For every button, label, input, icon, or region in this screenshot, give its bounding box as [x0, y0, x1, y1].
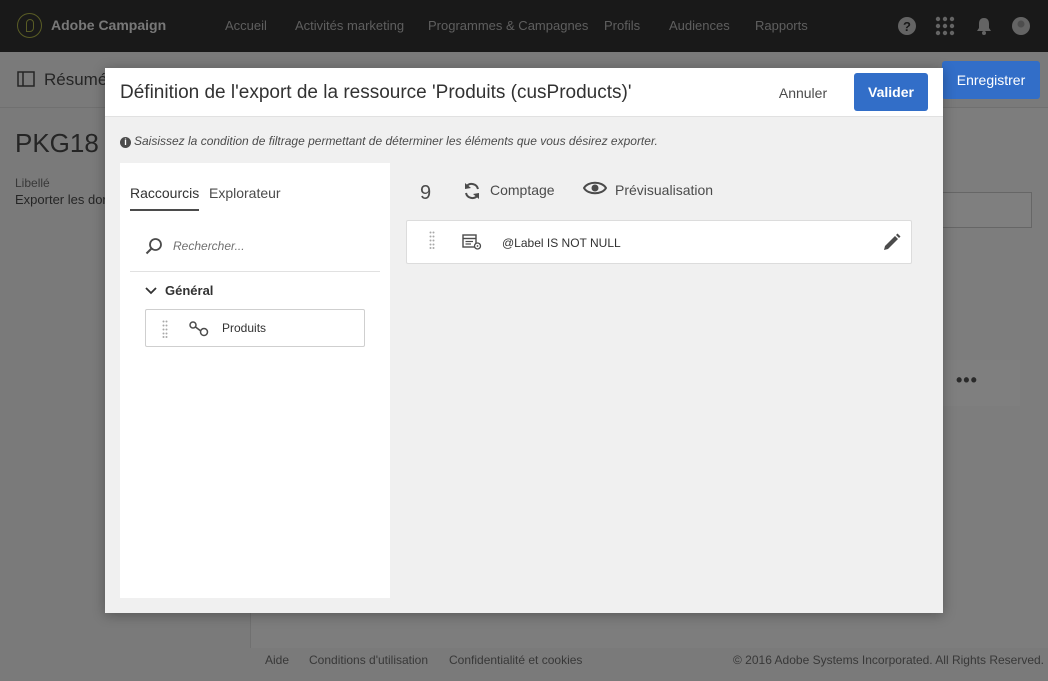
search-input[interactable]: [173, 233, 363, 259]
filter-info-text: i Saisissez la condition de filtrage perm…: [120, 134, 658, 148]
preview-label: Prévisualisation: [615, 182, 714, 198]
info-icon: i: [120, 137, 131, 148]
record-count: 9: [420, 182, 432, 204]
export-definition-dialog: Définition de l'export de la ressource '…: [105, 68, 943, 613]
validate-button[interactable]: Valider: [854, 73, 928, 111]
shortcuts-palette: Raccourcis Explorateur Général: [120, 163, 390, 598]
tab-explorer[interactable]: Explorateur: [209, 185, 281, 209]
refresh-icon: [465, 182, 479, 200]
filter-condition-icon: [462, 234, 482, 250]
drag-handle-icon[interactable]: [429, 231, 435, 249]
count-label: Comptage: [490, 182, 555, 198]
filter-rule[interactable]: @Label IS NOT NULL: [406, 220, 912, 264]
save-button[interactable]: Enregistrer: [942, 61, 1040, 99]
drag-handle-icon[interactable]: [162, 320, 168, 338]
link-icon: [189, 321, 209, 337]
count-button[interactable]: Comptage: [462, 182, 555, 200]
tab-shortcuts[interactable]: Raccourcis: [130, 185, 200, 211]
filter-rule-text: @Label IS NOT NULL: [502, 236, 621, 250]
dialog-title: Définition de l'export de la ressource '…: [120, 82, 632, 103]
palette-divider: [130, 271, 380, 272]
search-icon: [145, 238, 162, 255]
palette-item-label: Produits: [222, 321, 267, 335]
cancel-button[interactable]: Annuler: [765, 76, 841, 110]
pencil-edit-icon[interactable]: [883, 233, 901, 251]
group-general-label: Général: [165, 283, 214, 298]
chevron-down-icon: [145, 287, 157, 295]
eye-icon: [583, 181, 607, 195]
filter-info-label: Saisissez la condition de filtrage perme…: [134, 134, 658, 148]
palette-item-products[interactable]: Produits: [145, 309, 365, 347]
palette-search: [145, 233, 365, 259]
dialog-header: Définition de l'export de la ressource '…: [105, 68, 943, 117]
preview-button[interactable]: Prévisualisation: [583, 181, 714, 198]
group-general-toggle[interactable]: Général: [145, 283, 213, 298]
